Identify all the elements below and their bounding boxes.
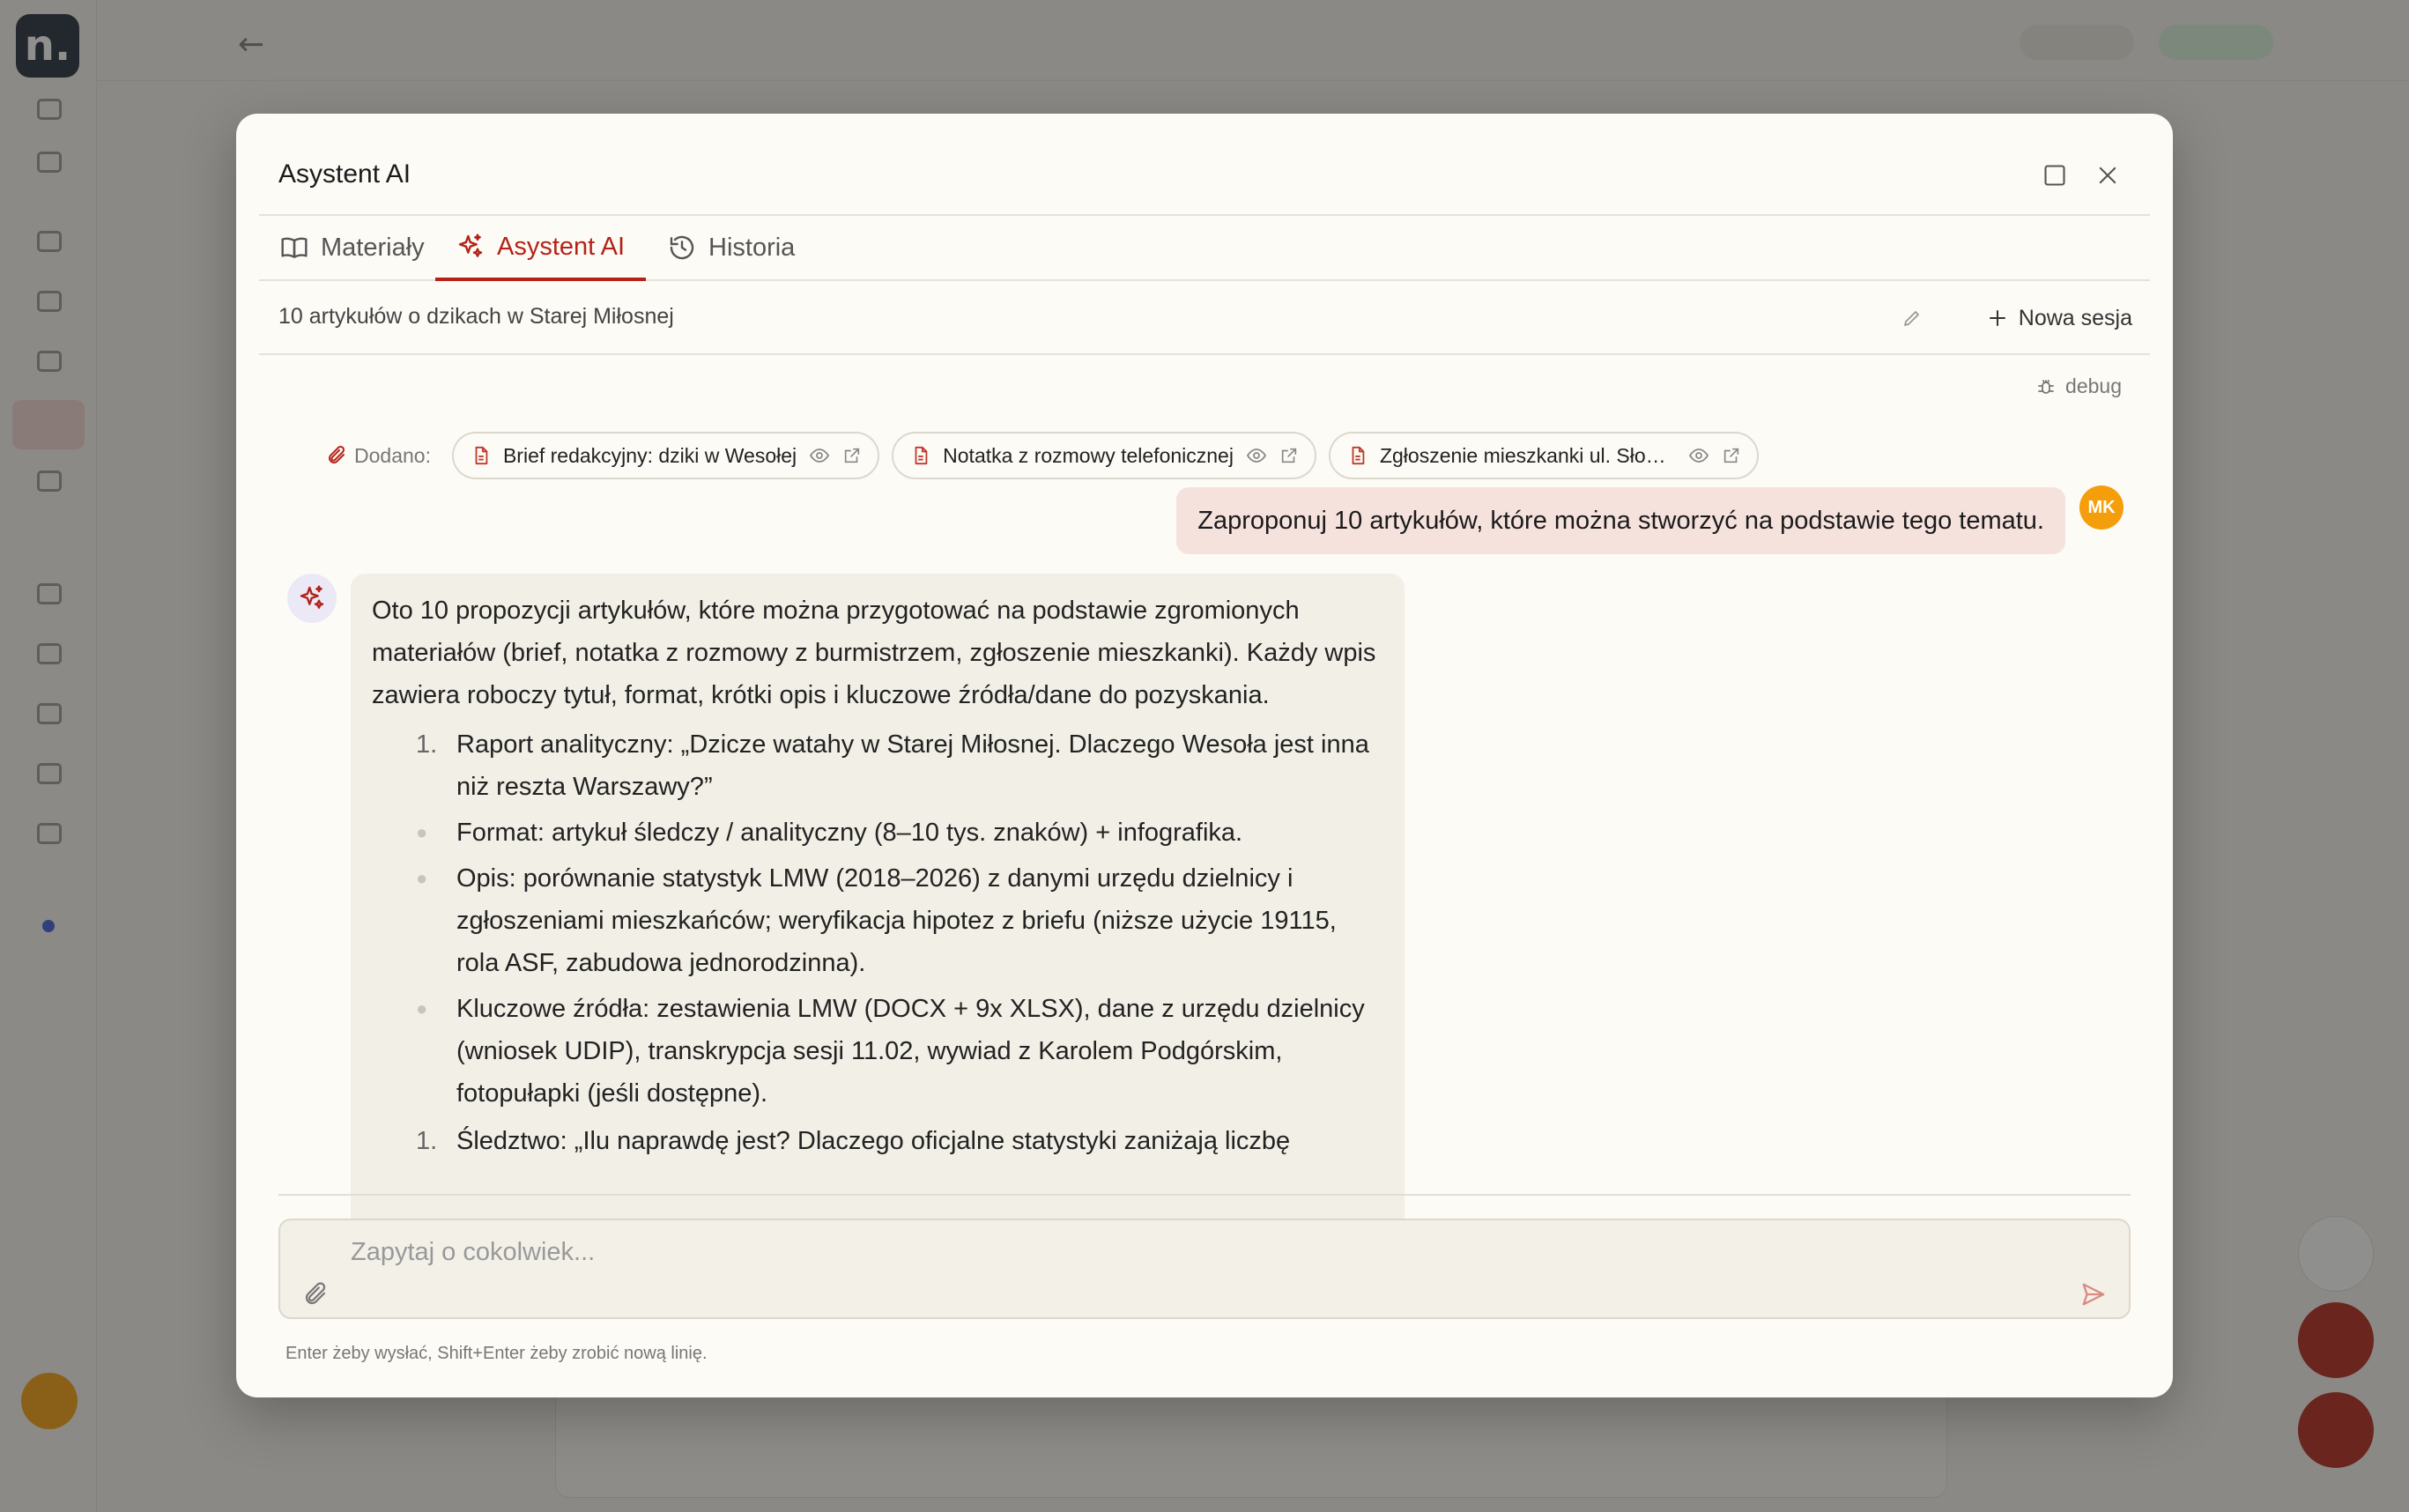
user-avatar: MK	[2079, 485, 2124, 530]
modal-title: Asystent AI	[278, 159, 411, 189]
attachment-name: Zgłoszenie mieszkanki ul. Słonecznej	[1379, 443, 1676, 467]
list-item: ● Opis: porównanie statystyk LMW (2018–2…	[372, 857, 1383, 984]
close-icon	[2099, 167, 2116, 184]
bullet-icon: ●	[416, 997, 428, 1019]
composer-hint: Enter żeby wysłać, Shift+Enter żeby zrob…	[285, 1344, 708, 1363]
bullet-icon: ●	[416, 867, 428, 889]
tab-label: Asystent AI	[497, 232, 626, 261]
list-item: ● Kluczowe źródła: zestawienia LMW (DOCX…	[372, 988, 1383, 1115]
file-icon	[915, 446, 928, 465]
send-button[interactable]	[2076, 1277, 2111, 1312]
list-number: 1.	[416, 730, 438, 759]
attachment-name: Brief redakcyjny: dziki w Wesołej	[502, 443, 797, 467]
file-icon	[475, 446, 488, 465]
external-link-icon[interactable]	[842, 446, 862, 465]
maximize-icon	[2044, 165, 2065, 186]
ai-avatar	[287, 574, 337, 623]
plus-icon	[1989, 310, 2005, 326]
sparkles-icon	[300, 585, 324, 609]
session-title: 10 artykułów o dzikach w Starej Miłosnej	[278, 304, 674, 329]
article-proposal-title: Śledztwo: „Ilu naprawdę jest? Dlaczego o…	[456, 1127, 1291, 1155]
tab-bar: Materiały Asystent AI Historia	[259, 216, 2150, 281]
new-session-label: Nowa sesja	[2018, 305, 2132, 330]
external-link-icon[interactable]	[1279, 446, 1299, 465]
external-link-icon[interactable]	[1722, 446, 1741, 465]
sparkles-icon	[458, 233, 483, 257]
attachments-label: Dodano:	[326, 444, 431, 468]
attachment-name: Notatka z rozmowy telefonicznej	[943, 443, 1234, 467]
article-proposal: 1. Śledztwo: „Ilu naprawdę jest? Dlaczeg…	[372, 1120, 1383, 1162]
tab-materials[interactable]: Materiały	[259, 216, 446, 279]
tab-ai-assistant[interactable]: Asystent AI	[435, 216, 647, 281]
user-message-bubble: Zaproponuj 10 artykułów, które można stw…	[1176, 487, 2065, 554]
new-session-button[interactable]: Nowa sesja	[1987, 300, 2132, 336]
article-proposal: 1. Raport analityczny: „Dzicze watahy w …	[372, 723, 1383, 808]
debug-label: debug	[2065, 374, 2122, 397]
ai-assistant-modal: Asystent AI Materiały Asystent AI Histor…	[236, 114, 2173, 1397]
attachments-label-text: Dodano:	[354, 443, 431, 467]
tab-label: Materiały	[321, 233, 425, 262]
edit-session-button[interactable]	[1896, 302, 1928, 334]
paperclip-icon	[305, 1282, 326, 1305]
bug-icon	[2038, 379, 2054, 394]
eye-icon[interactable]	[1688, 445, 1709, 466]
attachment-chip[interactable]: Zgłoszenie mieszkanki ul. Słonecznej	[1328, 432, 1759, 479]
attachment-chip[interactable]: Notatka z rozmowy telefonicznej	[892, 432, 1316, 479]
pencil-icon	[1904, 311, 1919, 326]
session-bar: 10 artykułów o dzikach w Starej Miłosnej…	[259, 283, 2150, 355]
message-input[interactable]	[351, 1234, 2025, 1270]
eye-icon[interactable]	[809, 445, 830, 466]
list-item-text: Opis: porównanie statystyk LMW (2018–202…	[456, 864, 1337, 977]
history-icon	[670, 235, 694, 260]
close-button[interactable]	[2090, 158, 2125, 193]
list-item-text: Kluczowe źródła: zestawienia LMW (DOCX +…	[456, 995, 1365, 1108]
messages-divider	[278, 1194, 2131, 1196]
list-number: 1.	[416, 1127, 438, 1155]
attachment-chip[interactable]: Brief redakcyjny: dziki w Wesołej	[451, 432, 880, 479]
maximize-button[interactable]	[2037, 158, 2072, 193]
list-item: ● Format: artykuł śledczy / analityczny …	[372, 812, 1383, 854]
article-proposal-title: Raport analityczny: „Dzicze watahy w Sta…	[456, 730, 1369, 801]
debug-button[interactable]: debug	[2035, 374, 2122, 398]
tab-label: Historia	[708, 233, 796, 262]
book-open-icon	[281, 237, 308, 258]
file-icon	[1352, 446, 1365, 465]
bullet-icon: ●	[416, 821, 428, 843]
ai-message-intro: Oto 10 propozycji artykułów, które można…	[372, 597, 1376, 709]
eye-icon[interactable]	[1246, 445, 1267, 466]
list-item-text: Format: artykuł śledczy / analityczny (8…	[456, 819, 1243, 847]
attach-file-button[interactable]	[298, 1277, 333, 1312]
ai-message-bubble: Oto 10 propozycji artykułów, które można…	[351, 574, 1405, 1243]
tab-history[interactable]: Historia	[647, 216, 816, 279]
send-icon	[2082, 1283, 2105, 1306]
message-composer	[278, 1219, 2131, 1319]
paperclip-icon	[329, 445, 345, 463]
attachments-row: Dodano: Brief redakcyjny: dziki w Wesołe…	[326, 431, 1759, 480]
